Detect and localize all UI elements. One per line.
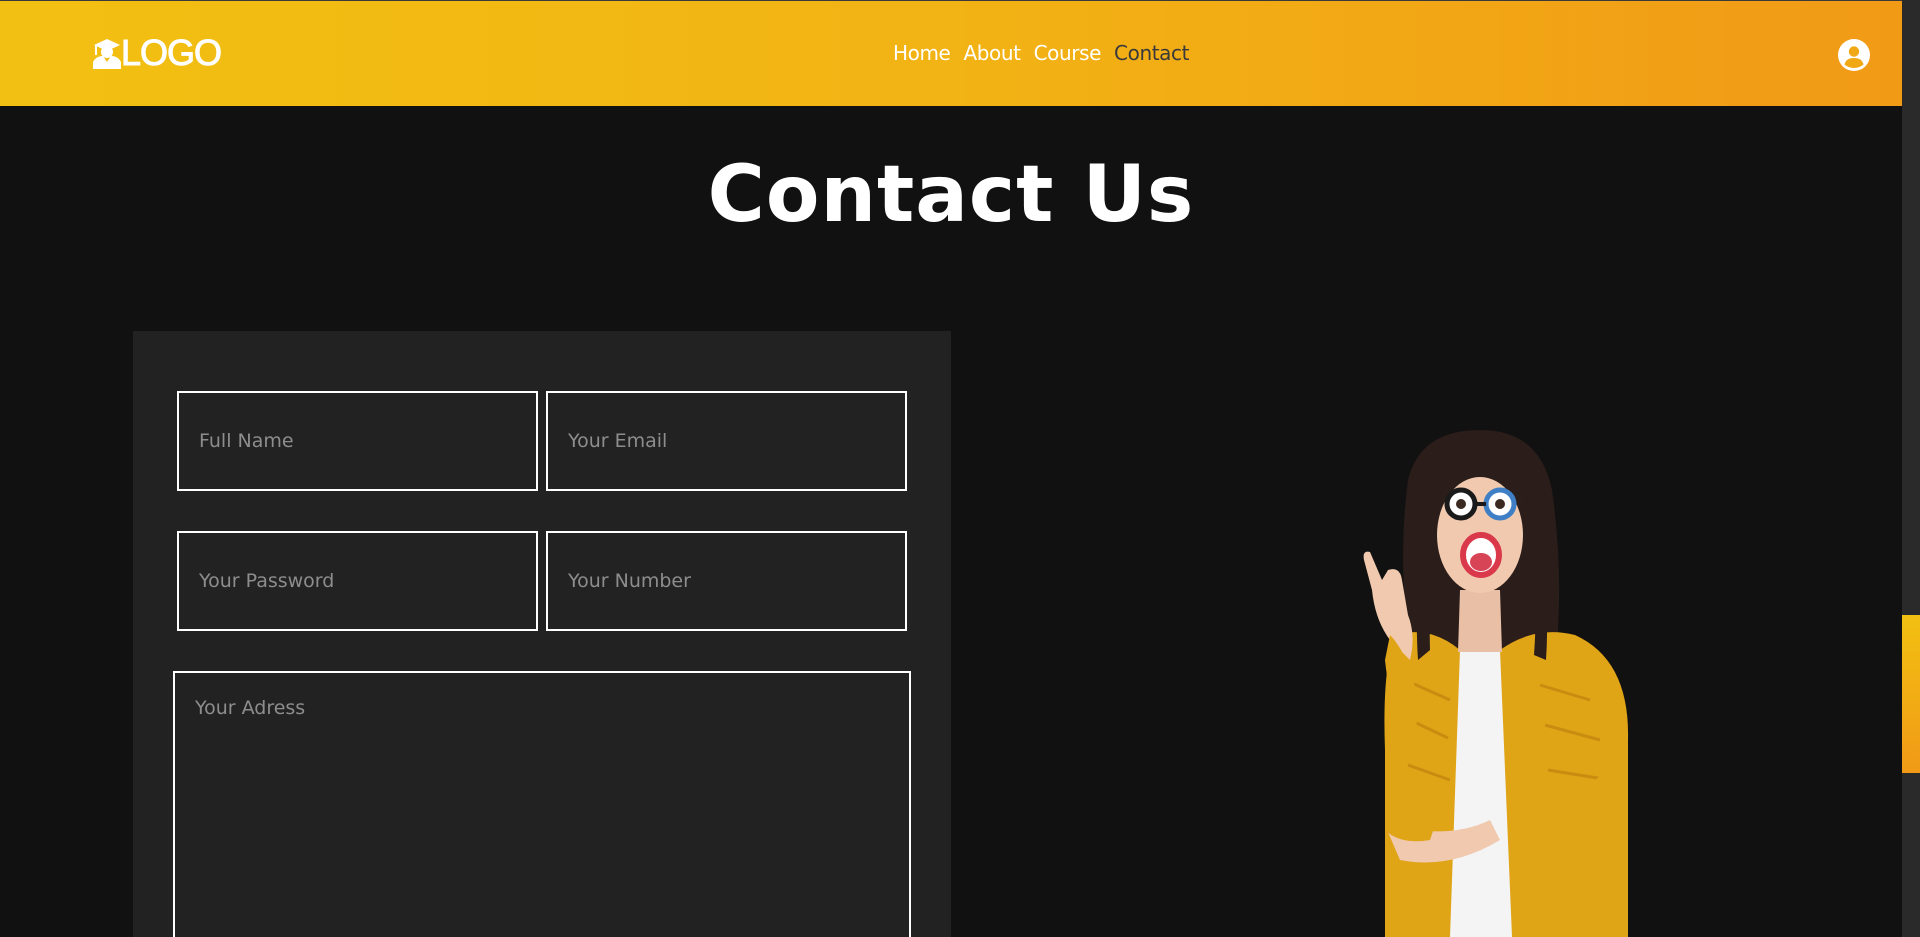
scrollbar-thumb[interactable] (1902, 615, 1920, 773)
full-name-input[interactable]: Full Name (177, 391, 538, 491)
user-circle-icon[interactable] (1838, 39, 1870, 71)
scrollbar-track[interactable] (1902, 0, 1920, 937)
contact-page: LOGO Home About Course Contact Contact U… (0, 0, 1920, 937)
nav-course[interactable]: Course (1034, 41, 1102, 65)
address-textarea[interactable]: Your Adress (173, 671, 911, 937)
nav-contact[interactable]: Contact (1114, 41, 1189, 65)
logo[interactable]: LOGO (92, 32, 223, 73)
site-header: LOGO Home About Course Contact (0, 0, 1902, 106)
email-input[interactable]: Your Email (546, 391, 907, 491)
nav-home[interactable]: Home (893, 41, 951, 65)
number-input[interactable]: Your Number (546, 531, 907, 631)
nav-about[interactable]: About (963, 41, 1021, 65)
graduate-icon (93, 39, 121, 69)
main-nav: Home About Course Contact (893, 41, 1189, 65)
logo-text: LOGO (120, 32, 222, 73)
password-input[interactable]: Your Password (177, 531, 538, 631)
woman-pointing-illustration (1363, 430, 1629, 937)
page-title: Contact Us (707, 150, 1195, 240)
